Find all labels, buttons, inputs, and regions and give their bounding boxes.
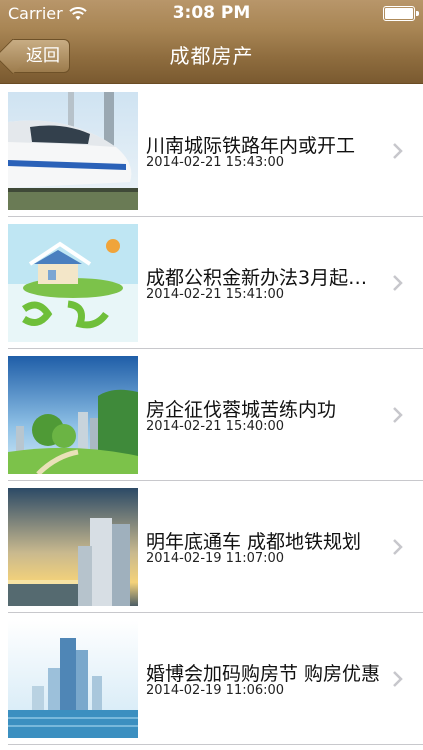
chevron-right-icon <box>393 407 403 423</box>
news-title: 成都公积金新办法3月起施行 <box>146 267 386 289</box>
list-item[interactable]: 成都公积金新办法3月起施行 2014-02-21 15:41:00 <box>0 217 423 349</box>
list-item[interactable]: 婚博会加码购房节 购房优惠 2014-02-19 11:06:00 <box>0 613 423 745</box>
train-image <box>8 92 138 210</box>
divider <box>8 744 423 745</box>
news-title: 婚博会加码购房节 购房优惠 <box>146 663 381 685</box>
status-time: 3:08 PM <box>172 3 251 23</box>
nav-bar: 返回 成都房产 <box>0 28 423 84</box>
list-item[interactable]: 房企征伐蓉城苦练内功 2014-02-21 15:40:00 <box>0 349 423 481</box>
chevron-right-icon <box>393 275 403 291</box>
news-time: 2014-02-19 11:07:00 <box>146 551 285 566</box>
chevron-right-icon <box>393 539 403 555</box>
news-time: 2014-02-21 15:40:00 <box>146 419 285 434</box>
page-title: 成都房产 <box>169 44 254 68</box>
battery-icon <box>383 6 419 21</box>
skyline-water-image <box>8 620 138 738</box>
news-time: 2014-02-21 15:43:00 <box>146 155 285 170</box>
news-time: 2014-02-21 15:41:00 <box>146 287 285 302</box>
news-list: 川南城际铁路年内或开工 2014-02-21 15:43:00 成都公积金新办法… <box>0 85 423 745</box>
news-time: 2014-02-19 11:06:00 <box>146 683 285 698</box>
news-title: 房企征伐蓉城苦练内功 <box>146 399 337 421</box>
house-home-image <box>8 224 138 342</box>
news-title: 川南城际铁路年内或开工 <box>146 135 356 157</box>
list-item[interactable]: 明年底通车 成都地铁规划 2014-02-19 11:07:00 <box>0 481 423 613</box>
chevron-right-icon <box>393 671 403 687</box>
status-bar: Carrier 3:08 PM <box>0 0 423 28</box>
chevron-right-icon <box>393 143 403 159</box>
list-item[interactable]: 川南城际铁路年内或开工 2014-02-21 15:43:00 <box>0 85 423 217</box>
city-landscape-image <box>8 356 138 474</box>
highrise-sunset-image <box>8 488 138 606</box>
news-title: 明年底通车 成都地铁规划 <box>146 531 362 553</box>
battery-fill <box>385 8 413 19</box>
